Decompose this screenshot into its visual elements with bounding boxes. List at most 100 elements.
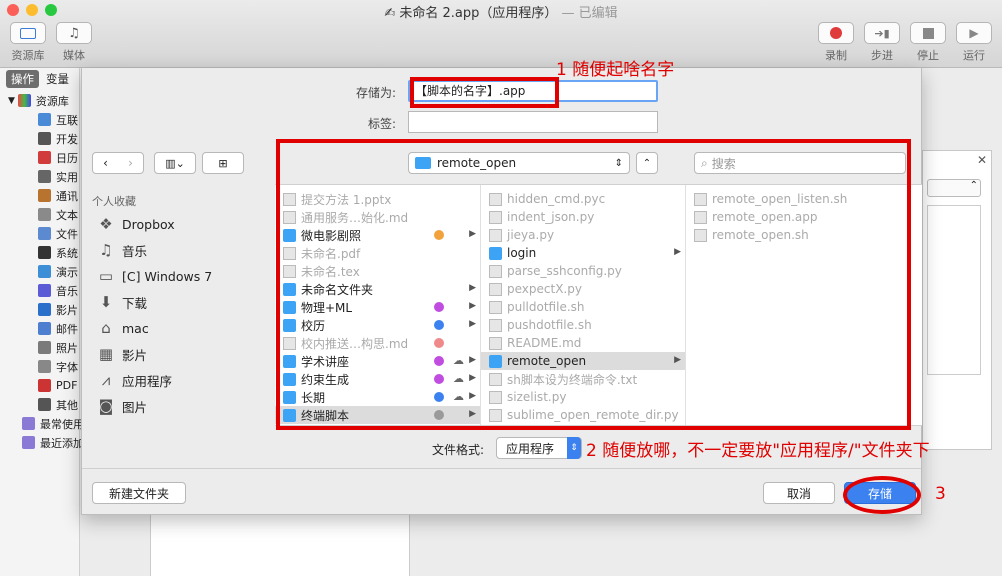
annotation-box-location [276,139,911,430]
category-icon [38,379,51,392]
library-item[interactable]: 邮件 [38,319,78,338]
category-icon [38,208,51,221]
music-icon: ♫ [99,241,113,259]
sidebar-item[interactable]: ⌂ mac [96,315,212,341]
step-icon: ➔▮ [874,26,890,40]
action-panel: ✕ ⌃ [922,150,992,450]
annotation-3: 3 [935,484,946,504]
download-icon: ⬇ [99,293,113,311]
library-item[interactable]: 文本 [38,205,78,224]
stop-button[interactable] [910,22,946,44]
smart-folder-icon [22,436,35,449]
library-item[interactable]: 其他 [38,395,78,414]
library-item[interactable]: 影片 [38,300,78,319]
new-folder-button[interactable]: 新建文件夹 [92,482,186,504]
script-icon: ✍ [384,6,396,21]
cancel-button[interactable]: 取消 [763,482,835,504]
media-button[interactable]: ♫ [56,22,92,44]
save-as-label: 存储为: [355,86,396,100]
divider [82,468,921,469]
back-forward-buttons[interactable]: ‹ › [92,152,144,174]
annotation-1: 1 随便起啥名字 [556,60,675,80]
new-folder-icon-button[interactable]: ⊞ [202,152,244,174]
smart-recently-added[interactable]: 最近添加 [22,433,84,452]
category-icon [38,322,51,335]
category-icon [38,151,51,164]
format-label: 文件格式: [431,443,484,457]
sidebar-item[interactable]: ♫ 音乐 [96,237,212,263]
library-root[interactable]: ▼ 资源库 [8,91,69,110]
stop-label: 停止 [917,49,939,62]
chevron-updown-icon[interactable]: ⌃ [927,179,981,197]
tags-input[interactable] [408,111,658,133]
run-label: 运行 [963,49,985,62]
drive-icon: ▭ [98,267,114,285]
favorites-list: ❖ Dropbox ♫ 音乐 ▭ [C] Windows 7 ⬇ 下载 ⌂ mac ▦ 影片 ⩘ 应用程序… [96,211,212,419]
annotation-box-name [410,77,559,108]
category-icon [38,360,51,373]
close-icon[interactable]: ✕ [977,153,987,167]
sidebar-item[interactable]: ❖ Dropbox [96,211,212,237]
category-icon [38,189,51,202]
chevron-right-icon[interactable]: › [128,156,133,170]
category-icon [38,265,51,278]
tab-actions[interactable]: 操作 [6,70,39,88]
category-icon [38,398,51,411]
library-label: 资源库 [11,49,45,62]
workflow-pane: ✕ ⌃ [922,68,1002,576]
smart-folder-icon [22,417,35,430]
library-item[interactable]: 字体 [38,357,78,376]
library-item[interactable]: 系统 [38,243,78,262]
sidebar-item[interactable]: ◙ 图片 [96,393,212,419]
library-item[interactable]: 演示 [38,262,78,281]
library-item[interactable]: 照片 [38,338,78,357]
format-popup[interactable]: 应用程序 ⇕ [496,437,582,459]
dropbox-icon: ❖ [99,215,113,233]
home-icon: ⌂ [101,319,111,337]
script-area[interactable] [927,205,981,375]
library-icon [17,94,31,107]
run-button[interactable]: ▶ [956,22,992,44]
media-label: 媒体 [63,49,85,62]
record-button[interactable] [818,22,854,44]
library-pane: 操作 变量 ▼ 资源库 互联 开发 日历 实用 通讯 文本 文件 系统 演示 音乐 影片 邮件 照片 字体… [0,68,84,576]
tab-variables[interactable]: 变量 [42,70,73,88]
folder-plus-icon: ⊞ [218,156,228,170]
library-item[interactable]: 日历 [38,148,78,167]
library-item[interactable]: PDF [38,376,78,395]
library-item[interactable]: 互联 [38,110,78,129]
library-list: 互联 开发 日历 实用 通讯 文本 文件 系统 演示 音乐 影片 邮件 照片 字体 PDF 其他 [38,110,78,414]
favorites-header: 个人收藏 [92,195,136,208]
title-toolbar: ✍ 未命名 2.app（应用程序） — 已编辑 资源库 ♫ 媒体 录制 ➔▮ 步… [0,0,1002,68]
apps-icon: ⩘ [101,371,111,389]
annotation-circle-save [843,476,921,514]
background-list [150,515,410,576]
stop-icon [922,27,934,39]
category-icon [38,246,51,259]
library-button[interactable] [10,22,46,44]
movie-icon: ▦ [98,345,114,363]
record-icon [830,27,842,39]
library-item[interactable]: 通讯 [38,186,78,205]
library-item[interactable]: 实用 [38,167,78,186]
library-item[interactable]: 音乐 [38,281,78,300]
tags-label: 标签: [367,117,396,131]
view-mode-button[interactable]: ▥⌄ [154,152,196,174]
sidebar-item[interactable]: ▭ [C] Windows 7 [96,263,212,289]
media-icon: ♫ [68,25,80,41]
library-item[interactable]: 开发 [38,129,78,148]
step-label: 步进 [871,49,893,62]
sidebar-item[interactable]: ⬇ 下载 [96,289,212,315]
column-view-icon: ▥⌄ [165,156,185,170]
category-icon [38,303,51,316]
library-item[interactable]: 文件 [38,224,78,243]
step-button[interactable]: ➔▮ [864,22,900,44]
chevron-left-icon[interactable]: ‹ [103,156,108,170]
library-icon [20,27,36,39]
sidebar-item[interactable]: ▦ 影片 [96,341,212,367]
smart-most-used[interactable]: 最常使用 [22,414,84,433]
category-icon [38,284,51,297]
sidebar-item[interactable]: ⩘ 应用程序 [96,367,212,393]
category-icon [38,170,51,183]
window-title: ✍ 未命名 2.app（应用程序） — 已编辑 [384,6,618,21]
